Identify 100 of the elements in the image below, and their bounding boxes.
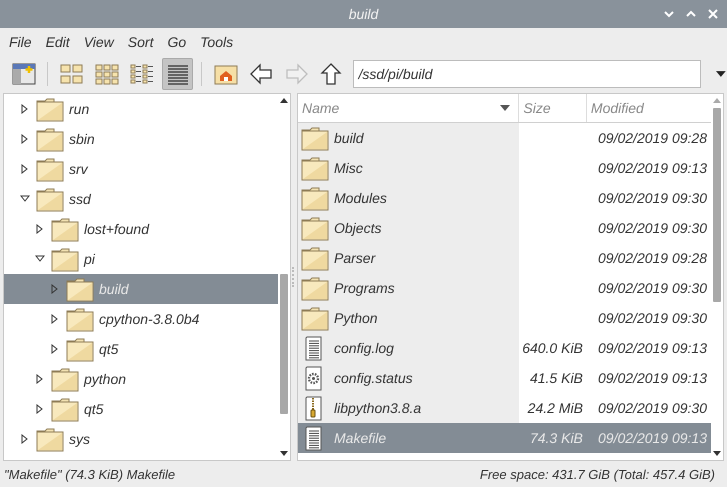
folder-name: qt5: [99, 341, 118, 357]
file-size: 41.5 KiB: [530, 370, 583, 386]
file-name: Makefile: [334, 430, 386, 446]
column-header[interactable]: Name: [298, 94, 520, 122]
file-size: 74.3 KiB: [530, 430, 583, 446]
expand-triangle-icon[interactable]: [20, 434, 30, 444]
file-name: config.status: [334, 370, 413, 386]
folder-icon: [51, 396, 79, 422]
sort-arrow-icon: [500, 105, 510, 111]
file-name: config.log: [334, 340, 394, 356]
tree-item[interactable]: python: [4, 364, 278, 394]
small-grid-icon: [95, 62, 120, 86]
folder-icon: [36, 156, 64, 182]
scrollbar-thumb[interactable]: [280, 274, 288, 414]
menu-item[interactable]: File: [9, 34, 40, 50]
file-modified: 09/02/2019 09:28: [598, 250, 708, 266]
folder-icon: [301, 216, 329, 240]
folder-icon: [301, 276, 329, 300]
expand-triangle-icon[interactable]: [20, 104, 30, 114]
scroll-down-icon[interactable]: [280, 451, 288, 457]
file-modified: 09/02/2019 09:30: [598, 220, 708, 236]
file-name: libpython3.8.a: [334, 400, 422, 416]
tree-item[interactable]: lost+found: [4, 214, 278, 244]
menu-item[interactable]: Tools: [200, 34, 242, 50]
file-modified: 09/02/2019 09:13: [598, 430, 708, 446]
file-name: Misc: [334, 160, 363, 176]
folder-icon: [301, 246, 329, 270]
compact-list-icon: [130, 62, 154, 86]
detailed-list-icon: [166, 62, 190, 86]
menu-item[interactable]: Sort: [128, 34, 162, 50]
folder-icon: [36, 426, 64, 452]
file-name: Python: [334, 310, 378, 326]
right-arrow-icon: [284, 63, 309, 85]
folder-name: run: [69, 101, 90, 117]
menu-item[interactable]: View: [84, 34, 122, 50]
file-modified: 09/02/2019 09:30: [598, 280, 708, 296]
file-size: 24.2 MiB: [528, 400, 583, 416]
file-name: Programs: [334, 280, 395, 296]
file-modified: 09/02/2019 09:30: [598, 190, 708, 206]
folder-icon: [301, 306, 329, 330]
tree-item[interactable]: srv: [4, 154, 278, 184]
folder-icon: [301, 156, 329, 180]
expand-triangle-icon[interactable]: [35, 404, 45, 414]
tree-item[interactable]: sbin: [4, 124, 278, 154]
tree-item[interactable]: cpython-3.8.0b4: [4, 304, 278, 334]
file-modified: 09/02/2019 09:30: [598, 400, 708, 416]
scrollbar-thumb[interactable]: [713, 108, 721, 302]
tree-item[interactable]: ssd: [4, 184, 278, 214]
menu-item[interactable]: Edit: [46, 34, 78, 50]
file-name: Parser: [334, 250, 376, 266]
file-name: Modules: [334, 190, 387, 206]
file-name: build: [334, 130, 364, 146]
dropdown-icon[interactable]: [715, 70, 727, 78]
folder-icon: [36, 186, 64, 212]
file-size: 640.0 KiB: [522, 340, 583, 356]
column-header[interactable]: Modified: [586, 94, 711, 122]
tree-item[interactable]: sys: [4, 424, 278, 454]
expand-triangle-icon[interactable]: [50, 314, 60, 324]
folder-icon: [51, 216, 79, 242]
view-mode-button[interactable]: [162, 58, 194, 90]
expand-triangle-icon[interactable]: [35, 224, 45, 234]
folder-name: sys: [69, 431, 90, 447]
file-modified: 09/02/2019 09:13: [598, 370, 708, 386]
folder-name: sbin: [69, 131, 95, 147]
folder-icon: [51, 366, 79, 392]
folder-name: build: [99, 281, 129, 297]
file-modified: 09/02/2019 09:13: [598, 340, 708, 356]
folder-icon: [301, 186, 329, 210]
scroll-up-icon[interactable]: [280, 97, 288, 103]
folder-name: cpython-3.8.0b4: [99, 311, 200, 327]
folder-icon: [51, 246, 79, 272]
close-icon[interactable]: [707, 8, 719, 20]
menu-item[interactable]: Go: [167, 34, 194, 50]
icon-grid-icon: [60, 62, 84, 86]
folder-icon: [301, 126, 329, 150]
expand-triangle-icon[interactable]: [50, 344, 60, 354]
folder-icon: [36, 126, 64, 152]
window-icon: [12, 63, 36, 85]
folder-name: lost+found: [84, 221, 149, 237]
folder-name: srv: [69, 161, 88, 177]
tree-item[interactable]: run: [4, 94, 278, 124]
tree-item[interactable]: qt5: [4, 394, 278, 424]
file-modified: 09/02/2019 09:28: [598, 130, 708, 146]
collapse-triangle-icon[interactable]: [20, 194, 30, 204]
expand-triangle-icon[interactable]: [20, 134, 30, 144]
expand-triangle-icon[interactable]: [35, 374, 45, 384]
folder-name: pi: [84, 251, 95, 267]
folder-icon: [66, 306, 94, 332]
path-field[interactable]: /ssd/pi/build: [353, 60, 702, 88]
tree-item[interactable]: pi: [4, 244, 278, 274]
file-modified: 09/02/2019 09:13: [598, 160, 708, 176]
file-modified: 09/02/2019 09:30: [598, 310, 708, 326]
column-header[interactable]: Size: [519, 94, 587, 122]
expand-triangle-icon[interactable]: [20, 164, 30, 174]
folder-name: ssd: [69, 191, 91, 207]
collapse-triangle-icon[interactable]: [35, 254, 45, 264]
scroll-down-icon[interactable]: [713, 451, 721, 457]
tree-item[interactable]: qt5: [4, 334, 278, 364]
left-arrow-icon: [249, 63, 274, 85]
folder-icon: [36, 96, 64, 122]
